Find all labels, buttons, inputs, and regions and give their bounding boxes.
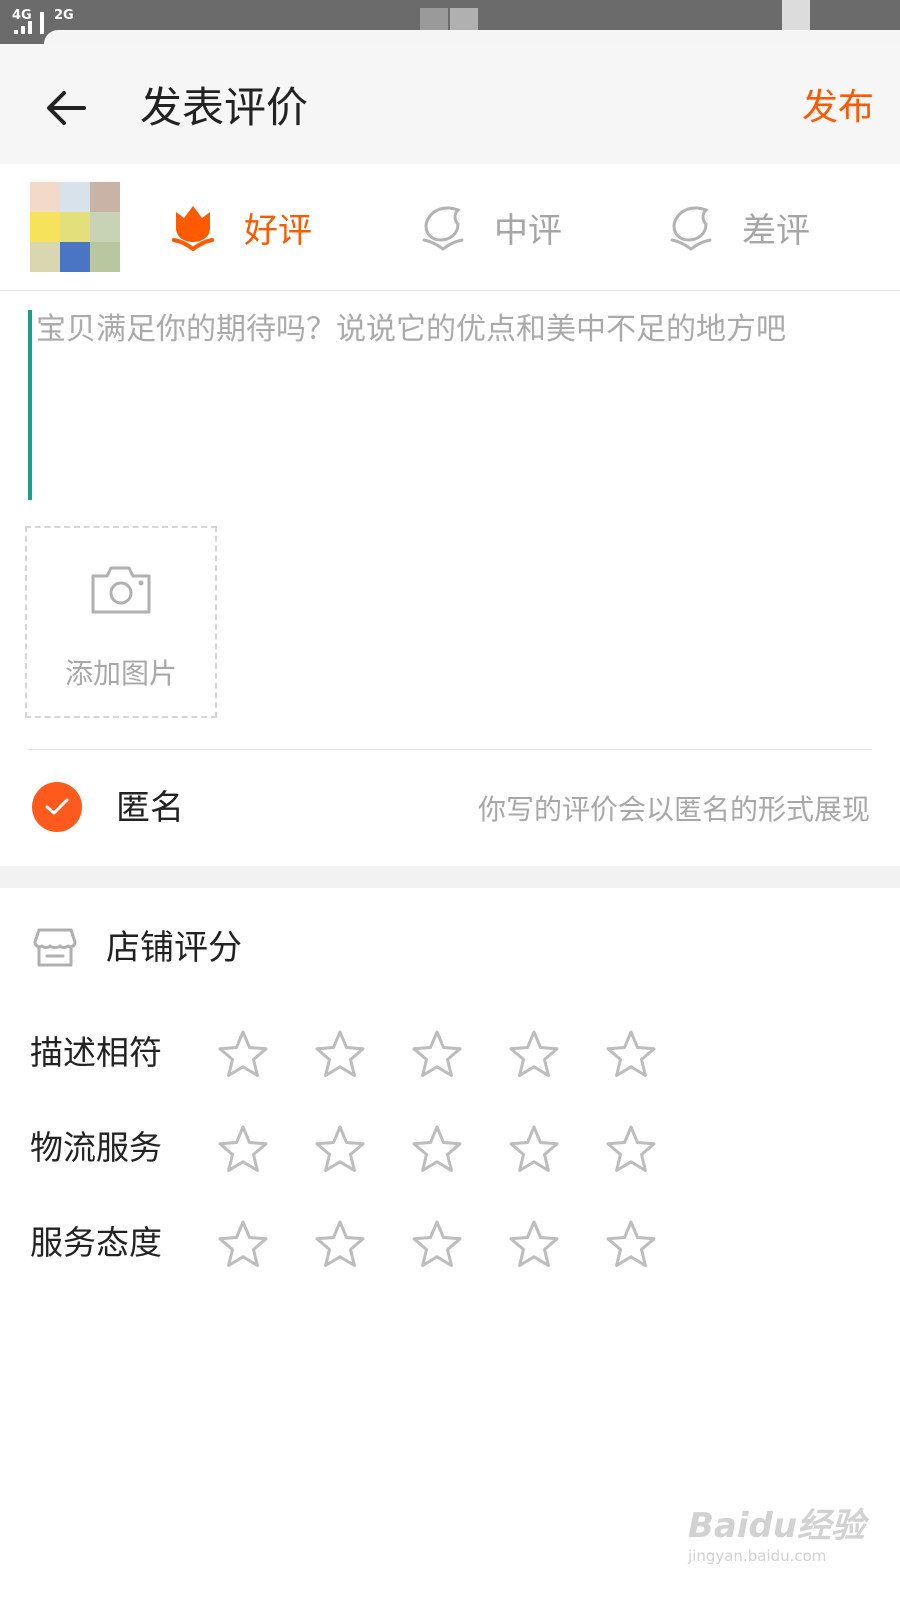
signal-bar-4 bbox=[40, 12, 44, 34]
score-label: 服务态度 bbox=[30, 1223, 162, 1262]
star-2-icon[interactable] bbox=[309, 1214, 371, 1274]
star-5-icon[interactable] bbox=[600, 1024, 662, 1084]
star-rating bbox=[212, 1214, 697, 1274]
star-1-icon[interactable] bbox=[212, 1024, 274, 1084]
status-blur-block bbox=[420, 8, 448, 30]
star-4-icon[interactable] bbox=[503, 1119, 565, 1179]
back-arrow-icon bbox=[47, 91, 86, 125]
signal-bar-1 bbox=[14, 30, 18, 34]
star-5-icon[interactable] bbox=[600, 1214, 662, 1274]
anonymous-label: 匿名 bbox=[116, 788, 184, 828]
status-blur-block bbox=[450, 8, 478, 30]
star-5-icon[interactable] bbox=[600, 1119, 662, 1179]
flower-icon bbox=[172, 206, 214, 252]
watermark-logo-text: Baidu经验 bbox=[688, 1506, 866, 1546]
anonymous-hint: 你写的评价会以匿名的形式展现 bbox=[477, 793, 870, 826]
add-photo-label: 添加图片 bbox=[64, 657, 177, 690]
section-gap bbox=[0, 866, 900, 888]
anonymous-checkbox[interactable] bbox=[32, 782, 82, 832]
signal-bar-2 bbox=[21, 26, 25, 34]
star-4-icon[interactable] bbox=[503, 1024, 565, 1084]
score-label: 物流服务 bbox=[30, 1128, 162, 1167]
star-1-icon[interactable] bbox=[212, 1214, 274, 1274]
back-button[interactable] bbox=[36, 78, 96, 138]
shop-rating-title: 店铺评分 bbox=[106, 928, 242, 968]
rating-option-neutral[interactable]: 中评 bbox=[418, 192, 562, 262]
status-blur-block bbox=[782, 0, 810, 32]
score-row-service: 服务态度 bbox=[30, 1214, 870, 1274]
rating-option-good[interactable]: 好评 bbox=[168, 192, 312, 262]
rating-option-label: 中评 bbox=[494, 210, 562, 251]
check-icon bbox=[45, 798, 69, 815]
flower-outline-icon bbox=[670, 206, 712, 251]
header-bar: 发表评价 发布 bbox=[0, 44, 900, 164]
camera-icon bbox=[91, 566, 151, 614]
signal-bar-3 bbox=[28, 21, 32, 34]
divider bbox=[28, 749, 872, 750]
rating-option-bad[interactable]: 差评 bbox=[666, 192, 810, 262]
star-3-icon[interactable] bbox=[406, 1119, 468, 1179]
star-3-icon[interactable] bbox=[406, 1024, 468, 1084]
score-row-logistics: 物流服务 bbox=[30, 1119, 870, 1179]
star-1-icon[interactable] bbox=[212, 1119, 274, 1179]
score-row-description: 描述相符 bbox=[30, 1024, 870, 1084]
review-textarea[interactable] bbox=[28, 310, 884, 500]
star-2-icon[interactable] bbox=[309, 1119, 371, 1179]
network-2g-label: 2G bbox=[54, 8, 74, 23]
shop-icon bbox=[33, 928, 77, 967]
flower-outline-icon bbox=[422, 206, 464, 251]
baidu-watermark: Baidu经验 jingyan.baidu.com bbox=[688, 1506, 865, 1566]
page-title: 发表评价 bbox=[140, 83, 309, 132]
star-rating bbox=[212, 1024, 697, 1084]
watermark-url: jingyan.baidu.com bbox=[688, 1547, 827, 1565]
rating-option-label: 好评 bbox=[244, 210, 312, 251]
star-4-icon[interactable] bbox=[503, 1214, 565, 1274]
score-label: 描述相符 bbox=[30, 1033, 162, 1072]
rating-option-label: 差评 bbox=[742, 210, 810, 251]
star-3-icon[interactable] bbox=[406, 1214, 468, 1274]
star-rating bbox=[212, 1119, 697, 1179]
publish-button[interactable]: 发布 bbox=[802, 78, 874, 138]
product-thumbnail bbox=[30, 182, 120, 272]
add-photo-button[interactable]: 添加图片 bbox=[25, 526, 217, 718]
rating-selector: 好评 中评 差评 bbox=[0, 164, 900, 291]
star-2-icon[interactable] bbox=[309, 1024, 371, 1084]
